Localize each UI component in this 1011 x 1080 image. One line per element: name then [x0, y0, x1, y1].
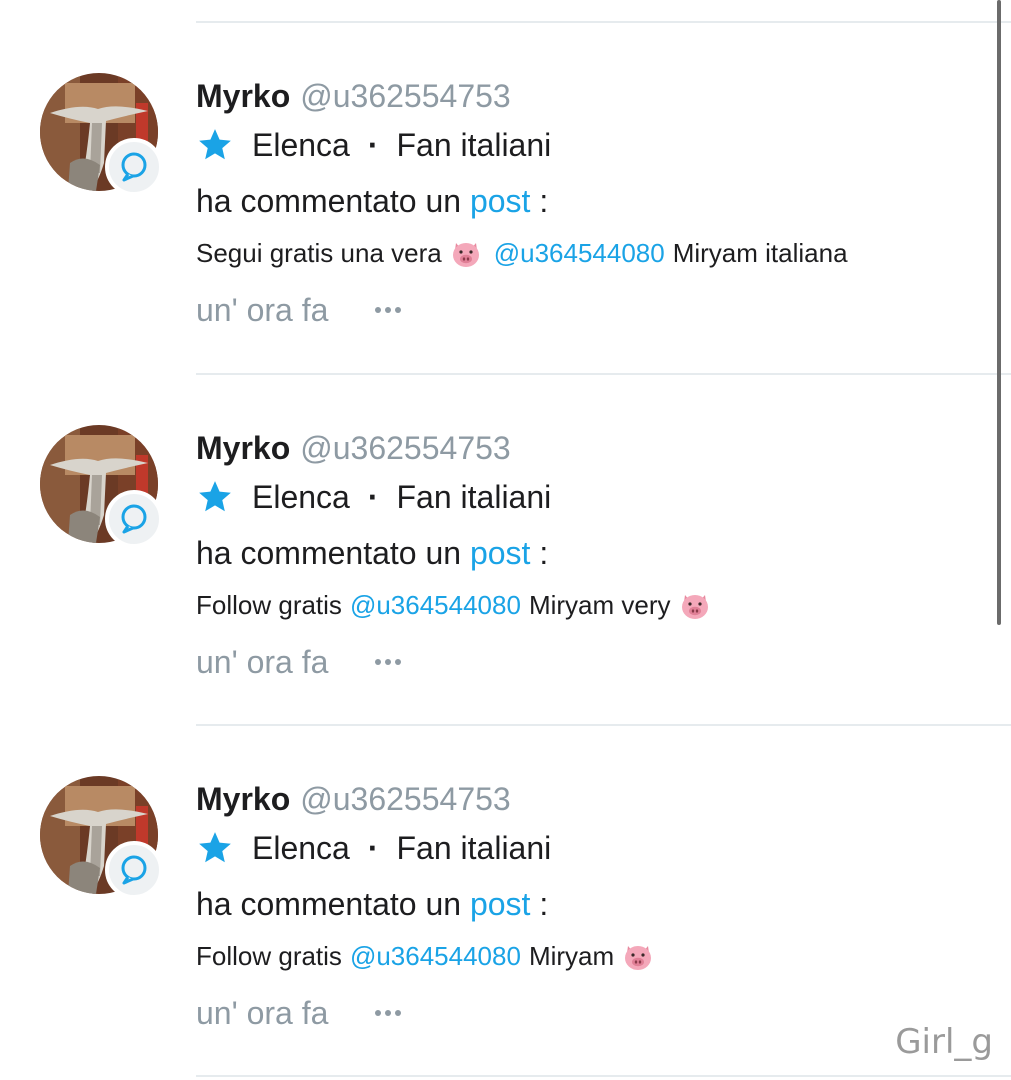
comment-bubble-icon: [121, 504, 147, 534]
more-options-button[interactable]: [374, 993, 402, 1033]
notification-item[interactable]: Myrko @u362554753 Elenca · Fan italiani h…: [0, 73, 1000, 373]
comment-bubble-icon: [121, 152, 147, 182]
comment-before: Follow gratis: [196, 590, 342, 620]
list-name[interactable]: Elenca: [252, 477, 350, 517]
list-group[interactable]: Fan italiani: [397, 828, 552, 868]
item-divider: [196, 373, 1011, 375]
action-line: ha commentato un post :: [196, 181, 548, 221]
comment-badge: [105, 490, 163, 548]
action-text: ha commentato un: [196, 535, 462, 571]
comment-badge: [105, 841, 163, 899]
list-name[interactable]: Elenca: [252, 828, 350, 868]
item-divider: [196, 724, 1011, 726]
more-options-button[interactable]: [374, 290, 402, 330]
post-link[interactable]: post: [470, 886, 530, 922]
user-handle[interactable]: @u362554753: [300, 430, 510, 466]
list-group[interactable]: Fan italiani: [397, 477, 552, 517]
more-horizontal-icon: [375, 307, 402, 313]
meta-line: un' ora fa: [196, 993, 402, 1033]
list-separator: ·: [367, 830, 379, 866]
list-separator: ·: [367, 479, 379, 515]
user-line: Myrko @u362554753: [196, 76, 511, 116]
comment-bubble-icon: [121, 855, 147, 885]
comment-mention[interactable]: @u364544080: [350, 939, 521, 973]
list-line: Elenca · Fan italiani: [196, 125, 551, 165]
user-name[interactable]: Myrko: [196, 430, 290, 466]
pig-face-emoji: [625, 946, 652, 970]
star-icon: [199, 481, 231, 512]
star-icon: [199, 832, 231, 863]
meta-line: un' ora fa: [196, 290, 402, 330]
list-line: Elenca · Fan italiani: [196, 477, 551, 517]
more-horizontal-icon: [375, 1010, 402, 1016]
timestamp: un' ora fa: [196, 292, 329, 328]
user-handle[interactable]: @u362554753: [300, 78, 510, 114]
comment-after: Miryam italiana: [672, 238, 848, 268]
comment-before: Follow gratis: [196, 941, 342, 971]
list-line: Elenca · Fan italiani: [196, 828, 551, 868]
comment-badge: [105, 138, 163, 196]
star-icon: [199, 129, 231, 160]
action-text: ha commentato un: [196, 183, 462, 219]
comment-after: Miryam very: [528, 590, 671, 620]
action-colon: :: [539, 535, 549, 571]
list-separator: ·: [367, 127, 379, 163]
action-line: ha commentato un post :: [196, 884, 548, 924]
action-line: ha commentato un post :: [196, 533, 548, 573]
item-divider: [196, 1075, 1011, 1077]
list-name[interactable]: Elenca: [252, 125, 350, 165]
post-link[interactable]: post: [470, 183, 530, 219]
more-horizontal-icon: [375, 659, 402, 665]
top-divider: [196, 21, 1011, 23]
action-colon: :: [539, 183, 549, 219]
watermark: Girl_g: [895, 1022, 993, 1062]
comment-text: Segui gratis una vera @u364544080 Miryam…: [196, 236, 848, 270]
user-line: Myrko @u362554753: [196, 428, 511, 468]
comment-mention[interactable]: @u364544080: [350, 588, 521, 622]
comment-before: Segui gratis una vera: [196, 238, 442, 268]
comment-text: Follow gratis @u364544080 Miryam very: [196, 588, 719, 622]
pig-face-emoji: [452, 243, 479, 267]
pig-face-emoji: [681, 595, 708, 619]
user-line: Myrko @u362554753: [196, 779, 511, 819]
user-name[interactable]: Myrko: [196, 781, 290, 817]
meta-line: un' ora fa: [196, 642, 402, 682]
comment-mention[interactable]: @u364544080: [494, 236, 665, 270]
more-options-button[interactable]: [374, 642, 402, 682]
comment-after: Miryam: [528, 941, 615, 971]
list-group[interactable]: Fan italiani: [397, 125, 552, 165]
user-name[interactable]: Myrko: [196, 78, 290, 114]
timestamp: un' ora fa: [196, 995, 329, 1031]
user-handle[interactable]: @u362554753: [300, 781, 510, 817]
comment-text: Follow gratis @u364544080 Miryam: [196, 939, 662, 973]
action-text: ha commentato un: [196, 886, 462, 922]
action-colon: :: [539, 886, 549, 922]
scrollbar[interactable]: [997, 0, 1001, 625]
post-link[interactable]: post: [470, 535, 530, 571]
notification-item[interactable]: Myrko @u362554753 Elenca · Fan italiani h…: [0, 776, 1000, 1076]
notification-item[interactable]: Myrko @u362554753 Elenca · Fan italiani h…: [0, 425, 1000, 725]
timestamp: un' ora fa: [196, 644, 329, 680]
